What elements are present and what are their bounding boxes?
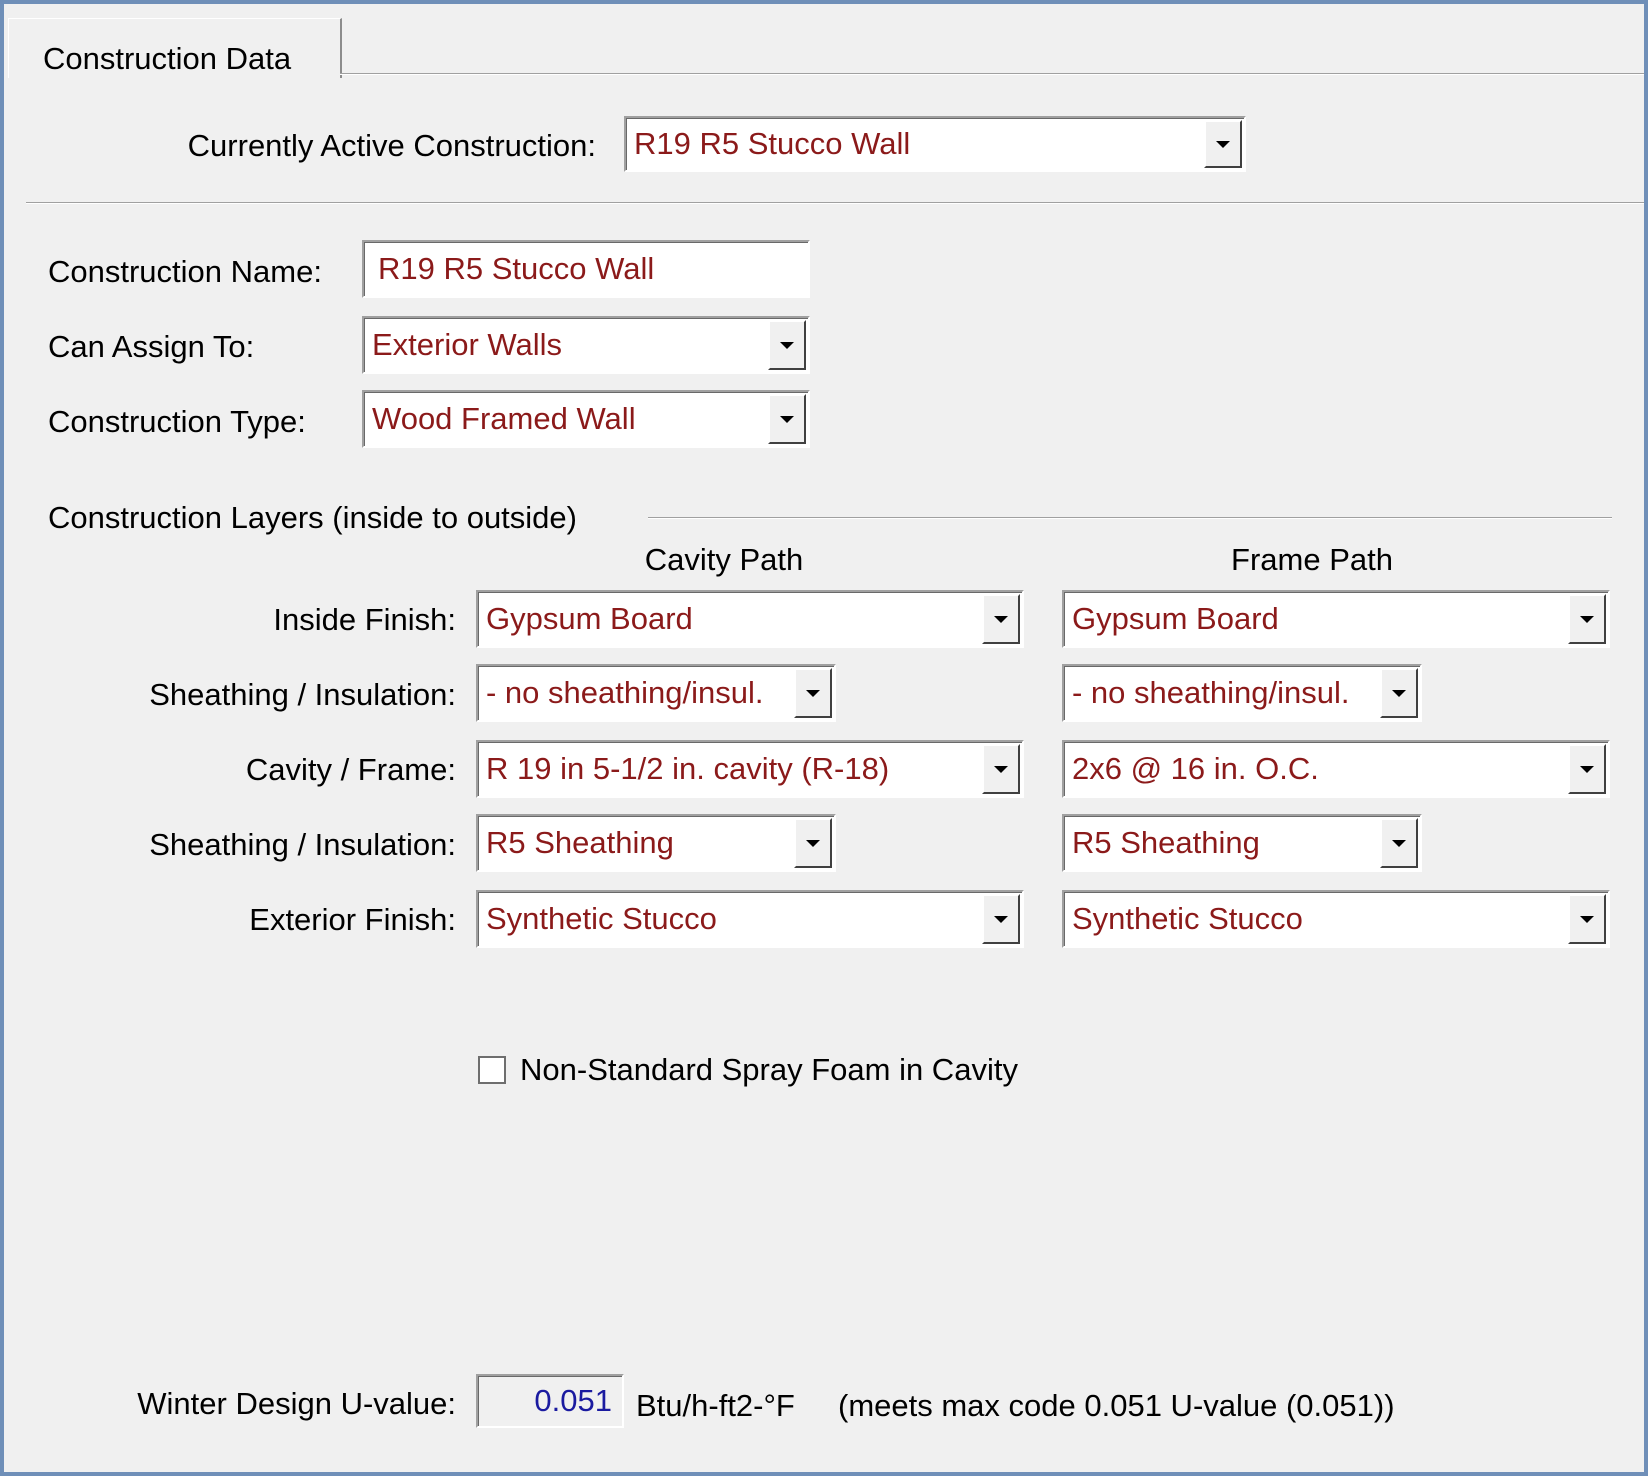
construction-type-value: Wood Framed Wall	[372, 401, 636, 436]
dropdown-value: R5 Sheathing	[486, 825, 674, 860]
layers-section-separator	[648, 517, 1612, 519]
inside-finish-label: Inside Finish:	[273, 602, 456, 637]
can-assign-to-value: Exterior Walls	[372, 327, 563, 362]
header-separator	[26, 202, 1644, 204]
cavity-path-header: Cavity Path	[644, 542, 804, 577]
sheathing-insulation-outer-label: Sheathing / Insulation:	[149, 827, 456, 862]
construction-name-value: R19 R5 Stucco Wall	[378, 251, 655, 286]
dropdown-value: Gypsum Board	[486, 601, 693, 636]
chevron-down-icon[interactable]	[768, 394, 806, 444]
chevron-down-icon[interactable]	[768, 320, 806, 370]
dropdown-value: R 19 in 5-1/2 in. cavity (R-18)	[486, 751, 890, 786]
chevron-down-icon[interactable]	[982, 894, 1020, 944]
inside-finish-cavity-dropdown[interactable]: Gypsum Board	[476, 590, 1024, 648]
cavity-frame-label: Cavity / Frame:	[245, 752, 456, 787]
dropdown-value: Synthetic Stucco	[1072, 901, 1303, 936]
tab-label: Construction Data	[43, 41, 292, 76]
chevron-down-icon[interactable]	[794, 818, 832, 868]
cavity-frame-cavity-dropdown[interactable]: R 19 in 5-1/2 in. cavity (R-18)	[476, 740, 1024, 798]
active-construction-label: Currently Active Construction:	[187, 128, 596, 163]
active-construction-dropdown[interactable]: R19 R5 Stucco Wall	[624, 116, 1246, 172]
sheathing-outer-frame-dropdown[interactable]: R5 Sheathing	[1062, 814, 1422, 872]
construction-type-dropdown[interactable]: Wood Framed Wall	[362, 390, 810, 448]
u-value-field: 0.051	[476, 1374, 624, 1428]
chevron-down-icon[interactable]	[1568, 594, 1606, 644]
tab-underline	[340, 73, 1644, 75]
u-value-code-note: (meets max code 0.051 U-value (0.051))	[838, 1388, 1395, 1423]
active-construction-value: R19 R5 Stucco Wall	[634, 126, 911, 161]
dropdown-value: Gypsum Board	[1072, 601, 1279, 636]
chevron-down-icon[interactable]	[1568, 744, 1606, 794]
chevron-down-icon[interactable]	[1380, 668, 1418, 718]
spray-foam-checkbox[interactable]	[478, 1056, 506, 1084]
u-value-units: Btu/h-ft2-°F	[636, 1388, 795, 1423]
can-assign-to-dropdown[interactable]: Exterior Walls	[362, 316, 810, 374]
dropdown-value: Synthetic Stucco	[486, 901, 717, 936]
u-value-value: 0.051	[534, 1383, 612, 1418]
chevron-down-icon[interactable]	[982, 594, 1020, 644]
construction-data-panel: Construction Data Currently Active Const…	[0, 0, 1648, 1476]
chevron-down-icon[interactable]	[1380, 818, 1418, 868]
chevron-down-icon[interactable]	[794, 668, 832, 718]
construction-type-label: Construction Type:	[48, 404, 306, 439]
construction-name-input[interactable]: R19 R5 Stucco Wall	[362, 240, 810, 298]
can-assign-to-label: Can Assign To:	[48, 329, 255, 364]
u-value-label: Winter Design U-value:	[137, 1386, 456, 1421]
exterior-finish-cavity-dropdown[interactable]: Synthetic Stucco	[476, 890, 1024, 948]
layers-section-title: Construction Layers (inside to outside)	[48, 500, 577, 535]
dropdown-value: - no sheathing/insul.	[1072, 675, 1350, 710]
sheathing-inner-frame-dropdown[interactable]: - no sheathing/insul.	[1062, 664, 1422, 722]
dropdown-value: R5 Sheathing	[1072, 825, 1260, 860]
inside-finish-frame-dropdown[interactable]: Gypsum Board	[1062, 590, 1610, 648]
construction-name-label: Construction Name:	[48, 254, 322, 289]
chevron-down-icon[interactable]	[982, 744, 1020, 794]
tab-construction-data[interactable]: Construction Data	[8, 18, 342, 78]
sheathing-insulation-inner-label: Sheathing / Insulation:	[149, 677, 456, 712]
cavity-frame-frame-dropdown[interactable]: 2x6 @ 16 in. O.C.	[1062, 740, 1610, 798]
chevron-down-icon[interactable]	[1204, 120, 1242, 168]
dropdown-value: 2x6 @ 16 in. O.C.	[1072, 751, 1319, 786]
spray-foam-label: Non-Standard Spray Foam in Cavity	[520, 1052, 1018, 1087]
exterior-finish-label: Exterior Finish:	[249, 902, 456, 937]
frame-path-header: Frame Path	[1231, 542, 1393, 577]
exterior-finish-frame-dropdown[interactable]: Synthetic Stucco	[1062, 890, 1610, 948]
chevron-down-icon[interactable]	[1568, 894, 1606, 944]
sheathing-inner-cavity-dropdown[interactable]: - no sheathing/insul.	[476, 664, 836, 722]
sheathing-outer-cavity-dropdown[interactable]: R5 Sheathing	[476, 814, 836, 872]
dropdown-value: - no sheathing/insul.	[486, 675, 764, 710]
